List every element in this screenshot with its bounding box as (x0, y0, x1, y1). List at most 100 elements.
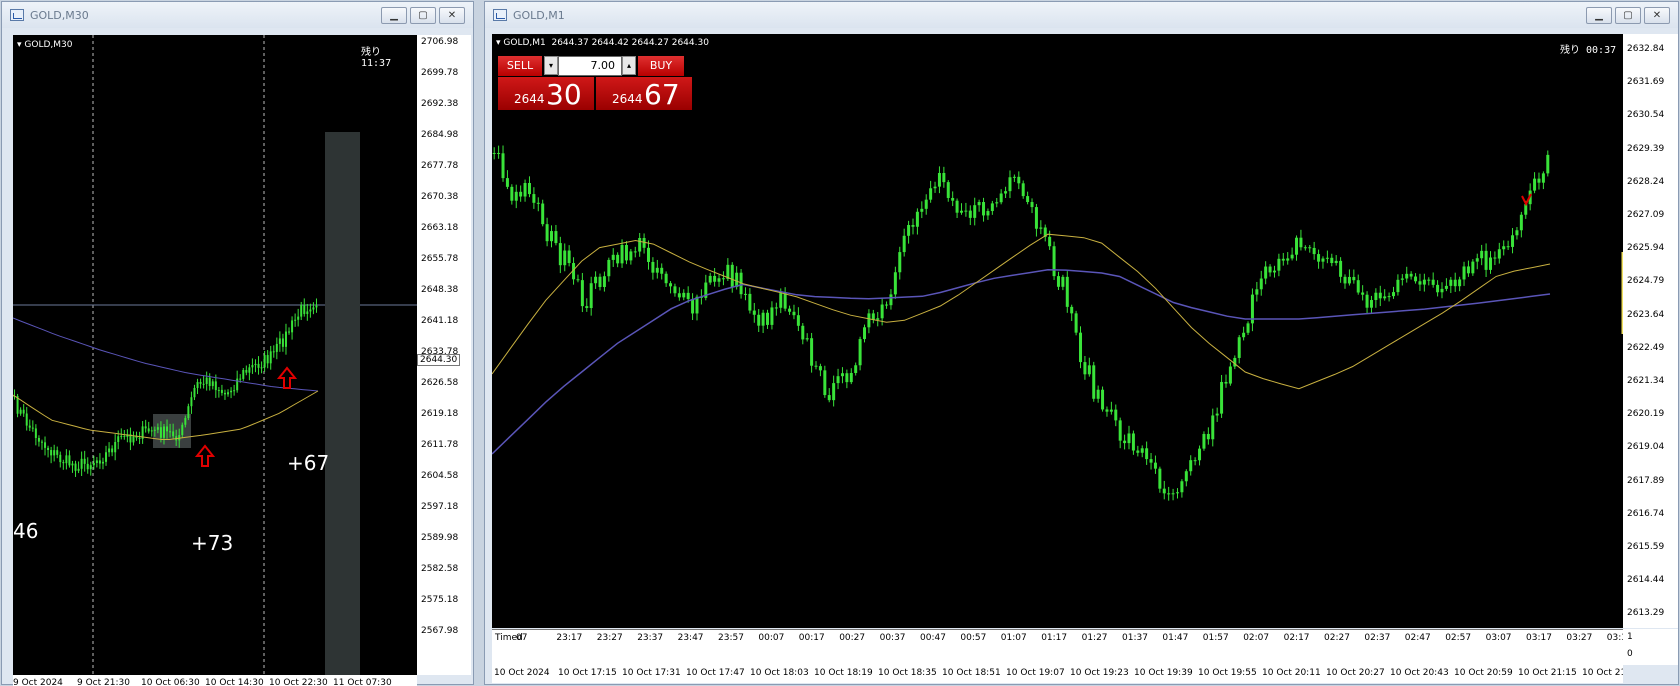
candle-body (959, 210, 963, 213)
candle-body (757, 314, 761, 326)
axis-tick-label: 2626.58 (421, 378, 459, 388)
candle-body (955, 200, 959, 213)
candle-body (915, 211, 919, 227)
candle-body (1405, 273, 1409, 279)
candle-body (827, 395, 831, 401)
axis-tick-label: 01:47 (1162, 633, 1189, 643)
candle-body (743, 293, 747, 295)
candle-body (74, 463, 77, 471)
candle-body (138, 437, 141, 439)
left-remaining-time: 残り 11:37 (361, 47, 392, 69)
candle-body (1519, 214, 1523, 231)
left-time-axis[interactable]: 9 Oct 2024 9 Oct 21:30 10 Oct 06:30 10 Oct … (13, 675, 417, 686)
candle-body (1171, 493, 1175, 495)
minimize-button[interactable]: ▁ (381, 7, 407, 24)
candle-body (1123, 440, 1127, 444)
candle-body (1325, 257, 1329, 259)
candle-body (108, 448, 111, 453)
candle-body (40, 441, 43, 443)
slow-moving-average (13, 317, 319, 392)
axis-tick-label: 2625.94 (1627, 243, 1665, 254)
slow-moving-average (492, 268, 1551, 455)
axis-tick-label: 2616.74 (1627, 508, 1665, 519)
candle-body (300, 305, 303, 317)
left-price-axis[interactable]: 2706.98 2699.78 2692.38 2684.98 2677.78 2670.… (417, 35, 471, 675)
axis-tick-label: 10 Oct 19:07 (1006, 668, 1065, 678)
candle-body (196, 382, 199, 388)
lot-increase-button[interactable]: ▴ (622, 56, 636, 75)
candle-body (199, 382, 202, 384)
indicator-subwindow[interactable]: Timed 07 23:17 23:27 23:37 23:47 23:57 00:07 00… (492, 629, 1623, 665)
left-annotation-second: +67 (287, 451, 330, 475)
candle-body (105, 452, 108, 462)
candle-body (159, 427, 162, 438)
candle-body (1546, 154, 1550, 174)
candle-body (708, 275, 712, 283)
candle-body (982, 202, 986, 216)
candle-body (1237, 337, 1241, 358)
candle-body (594, 276, 598, 284)
left-chart-canvas (13, 35, 417, 675)
candle-body (291, 320, 294, 333)
axis-tick-label: 2589.98 (421, 533, 459, 543)
axis-tick-label: 2611.78 (421, 440, 459, 450)
candle-body (876, 318, 880, 320)
candle-body (510, 186, 514, 201)
left-current-price: 2644.30 (417, 354, 461, 366)
right-window-titlebar[interactable]: GOLD,M1 ▁ ▢ ✕ (485, 2, 1678, 28)
candle-body (854, 365, 858, 373)
candle-body (68, 455, 71, 466)
axis-tick-label: 10 Oct 21:15 (1518, 668, 1577, 678)
candle-body (153, 429, 156, 431)
minimize-button[interactable]: ▁ (1586, 7, 1612, 24)
candle-body (86, 463, 89, 470)
right-window-title: GOLD,M1 (513, 8, 565, 22)
candle-body (227, 392, 230, 395)
buy-button[interactable]: BUY (638, 56, 684, 76)
close-button[interactable]: ✕ (439, 7, 465, 24)
right-time-axis[interactable]: 10 Oct 2024 10 Oct 17:15 10 Oct 17:31 10 Oc… (492, 665, 1623, 683)
candle-body (1537, 178, 1541, 183)
maximize-button[interactable]: ▢ (410, 7, 436, 24)
right-price-chart[interactable]: ▾ GOLD,M1 2644.37 2644.42 2644.27 2644.3… (492, 34, 1623, 628)
candle-body (721, 278, 725, 280)
candle-body (1444, 285, 1448, 289)
candle-body (1343, 276, 1347, 284)
candle-body (937, 172, 941, 187)
maximize-button[interactable]: ▢ (1615, 7, 1641, 24)
lot-size-input[interactable]: 7.00 (558, 56, 622, 76)
candle-body (92, 462, 95, 466)
candle-body (1383, 296, 1387, 299)
candle-body (545, 224, 549, 242)
candle-body (214, 381, 217, 391)
candle-body (44, 442, 47, 448)
candle-body (1175, 492, 1179, 494)
lot-decrease-button[interactable]: ▾ (544, 56, 558, 75)
sell-price-button[interactable]: 2644 30 (498, 77, 594, 111)
candle-body (19, 409, 22, 414)
axis-tick-label: 2677.78 (421, 161, 459, 171)
candle-body (1295, 237, 1299, 255)
candle-body (867, 313, 871, 328)
axis-tick-label: 10 Oct 18:03 (750, 668, 809, 678)
candle-body (585, 306, 589, 309)
candle-body (1480, 250, 1484, 259)
axis-tick-label: 01:07 (1000, 633, 1027, 643)
candle-body (147, 428, 150, 432)
sell-button[interactable]: SELL (498, 56, 542, 76)
candle-body (646, 247, 650, 262)
candle-body (248, 367, 251, 373)
candle-body (1131, 433, 1135, 451)
left-window-titlebar[interactable]: GOLD,M30 ▁ ▢ ✕ (2, 2, 473, 28)
buy-price-button[interactable]: 2644 67 (596, 77, 692, 111)
axis-tick-label: 2699.78 (421, 68, 459, 78)
left-price-chart[interactable]: ▾ GOLD,M30 残り 11:37 46 +73 +67 (13, 35, 417, 675)
axis-tick-label: 02:47 (1404, 633, 1431, 643)
candle-body (1264, 266, 1268, 279)
right-price-axis[interactable]: 2632.84 2631.69 2630.54 2629.39 2628.24 2627.… (1623, 34, 1678, 628)
candle-body (770, 307, 774, 325)
close-icon: ✕ (1652, 10, 1662, 21)
candle-body (818, 366, 822, 371)
close-button[interactable]: ✕ (1644, 7, 1670, 24)
candle-body (863, 327, 867, 340)
